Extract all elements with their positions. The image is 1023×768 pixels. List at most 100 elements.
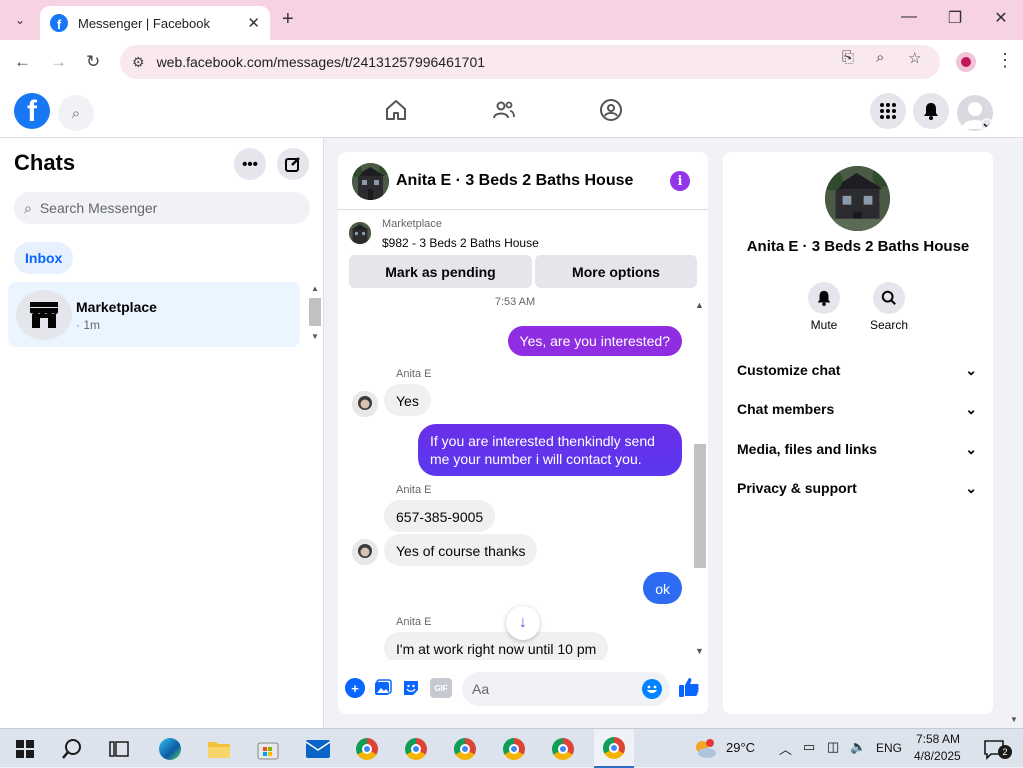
message-incoming[interactable]: I'm at work right now until 10 pm [384,632,609,660]
sticker-icon[interactable] [401,678,421,698]
scrollbar-thumb[interactable] [309,298,321,326]
page-scroll-down-icon[interactable]: ▼ [1010,715,1018,724]
clock-time[interactable]: 7:58 AM [916,732,960,746]
task-view-icon[interactable] [106,736,132,762]
scroll-down-icon[interactable]: ▼ [695,646,704,656]
microsoft-store-icon[interactable] [255,736,281,762]
edge-browser-icon[interactable] [157,736,183,762]
url-text[interactable]: web.facebook.com/messages/t/241312579964… [157,54,485,70]
show-hidden-icons-icon[interactable]: ︿ [779,739,792,758]
language-indicator[interactable]: ENG [876,741,902,755]
conversation-list-item[interactable]: Marketplace · 1m [8,282,300,347]
section-privacy-support[interactable]: Privacy & support ⌄ [737,480,977,497]
section-customize-chat[interactable]: Customize chat ⌄ [737,362,977,379]
details-avatar[interactable] [825,166,890,231]
menu-grid-icon[interactable] [870,93,906,129]
scroll-up-icon[interactable]: ▲ [311,284,319,293]
network-icon[interactable]: ▭ [803,739,815,755]
search-icon: ⌕ [24,199,32,216]
chat-title[interactable]: Anita E · 3 Beds 2 Baths House [396,172,633,190]
like-thumbs-up-icon[interactable] [678,676,700,698]
weather-temperature[interactable]: 29°C [726,740,755,755]
mute-label[interactable]: Mute [794,318,854,332]
friends-icon[interactable] [492,98,516,128]
chrome-icon[interactable] [501,736,527,762]
camera-icon[interactable]: ◫ [827,739,839,755]
back-button[interactable]: ← [14,52,31,72]
reload-button[interactable]: ↻ [86,52,100,72]
message-input[interactable]: Aa [462,672,670,706]
chat-scrollbar[interactable]: ▲ ▼ [692,296,708,660]
section-label: Chat members [737,401,835,417]
install-app-icon[interactable]: ⎘ [842,49,854,66]
message-outgoing[interactable]: ok [643,572,682,604]
chrome-icon[interactable] [354,736,380,762]
browser-tab[interactable]: f Messenger | Facebook ✕ [40,6,270,40]
section-chat-members[interactable]: Chat members ⌄ [737,401,977,418]
chrome-icon-active[interactable] [594,729,634,768]
clock-date[interactable]: 4/8/2025 [914,749,961,763]
windows-start-icon[interactable] [12,736,38,762]
marketplace-store-icon [16,290,72,340]
sender-avatar[interactable] [352,539,378,565]
emoji-icon[interactable] [642,679,662,699]
gif-icon[interactable]: GIF [430,678,452,698]
chrome-icon[interactable] [452,736,478,762]
weather-icon[interactable] [692,736,718,762]
address-bar[interactable]: ⚙ web.facebook.com/messages/t/2413125799… [120,45,940,79]
file-explorer-icon[interactable] [206,736,232,762]
browser-menu-icon[interactable]: ⋮ [996,50,1014,71]
more-actions-plus-icon[interactable]: + [345,678,365,698]
zoom-icon[interactable]: ⌕ [876,49,884,66]
new-tab-button[interactable]: + [282,8,294,31]
scroll-to-bottom-icon[interactable]: ↓ [506,606,540,640]
sender-avatar[interactable] [352,391,378,417]
tab-close-icon[interactable]: ✕ [247,14,260,32]
message-incoming[interactable]: Yes of course thanks [384,534,538,566]
section-media-files-links[interactable]: Media, files and links ⌄ [737,441,977,458]
message-incoming[interactable]: 657-385-9005 [384,500,496,532]
new-message-icon[interactable] [277,148,309,180]
chrome-icon[interactable] [550,736,576,762]
chrome-icon[interactable] [403,736,429,762]
mark-as-pending-button[interactable]: Mark as pending [349,255,532,288]
inbox-filter-tab[interactable]: Inbox [14,242,74,274]
groups-icon[interactable] [599,98,623,128]
scroll-down-icon[interactable]: ▼ [311,332,319,341]
attach-photo-icon[interactable] [373,678,393,698]
listing-price[interactable]: $982 - 3 Beds 2 Baths House [382,236,539,250]
listing-avatar[interactable] [352,163,389,200]
account-avatar[interactable] [957,95,993,131]
maximize-button[interactable]: ❐ [940,8,970,28]
taskbar-search-icon[interactable] [59,736,85,762]
minimize-button[interactable]: — [894,8,924,26]
search-placeholder: Search Messenger [39,200,158,216]
more-options-icon[interactable]: ••• [234,148,266,180]
chats-sidebar: Chats ••• ⌕ Search Messenger Inbox Marke… [0,138,324,728]
scroll-up-icon[interactable]: ▲ [695,300,704,310]
more-options-button[interactable]: More options [535,255,697,288]
close-window-button[interactable]: ✕ [986,8,1016,28]
sidebar-scrollbar[interactable]: ▲ ▼ [309,284,321,344]
message-incoming[interactable]: Yes [384,384,431,416]
forward-button[interactable]: → [50,52,67,72]
tab-search-dropdown-icon[interactable]: ⌄ [8,8,32,32]
search-in-chat-icon[interactable] [873,282,905,314]
site-info-icon[interactable]: ⚙ [132,54,145,71]
volume-icon[interactable]: 🔈 [850,739,866,755]
scrollbar-thumb[interactable] [694,444,706,568]
message-outgoing[interactable]: Yes, are you interested? [507,326,682,356]
mute-bell-icon[interactable] [808,282,840,314]
home-icon[interactable] [384,98,408,128]
facebook-search-icon[interactable]: ⌕ [58,95,94,131]
mail-icon[interactable] [305,736,331,762]
bookmark-star-icon[interactable]: ☆ [908,49,921,67]
message-outgoing[interactable]: If you are interested thenkindly send me… [418,424,682,476]
messenger-search-input[interactable]: ⌕ Search Messenger [14,192,310,224]
section-label: Privacy & support [737,480,857,496]
browser-profile-icon[interactable] [956,52,976,72]
notifications-bell-icon[interactable] [913,93,949,129]
search-label[interactable]: Search [859,318,919,332]
facebook-logo-icon[interactable]: f [14,93,50,129]
info-icon[interactable]: i [670,171,690,191]
